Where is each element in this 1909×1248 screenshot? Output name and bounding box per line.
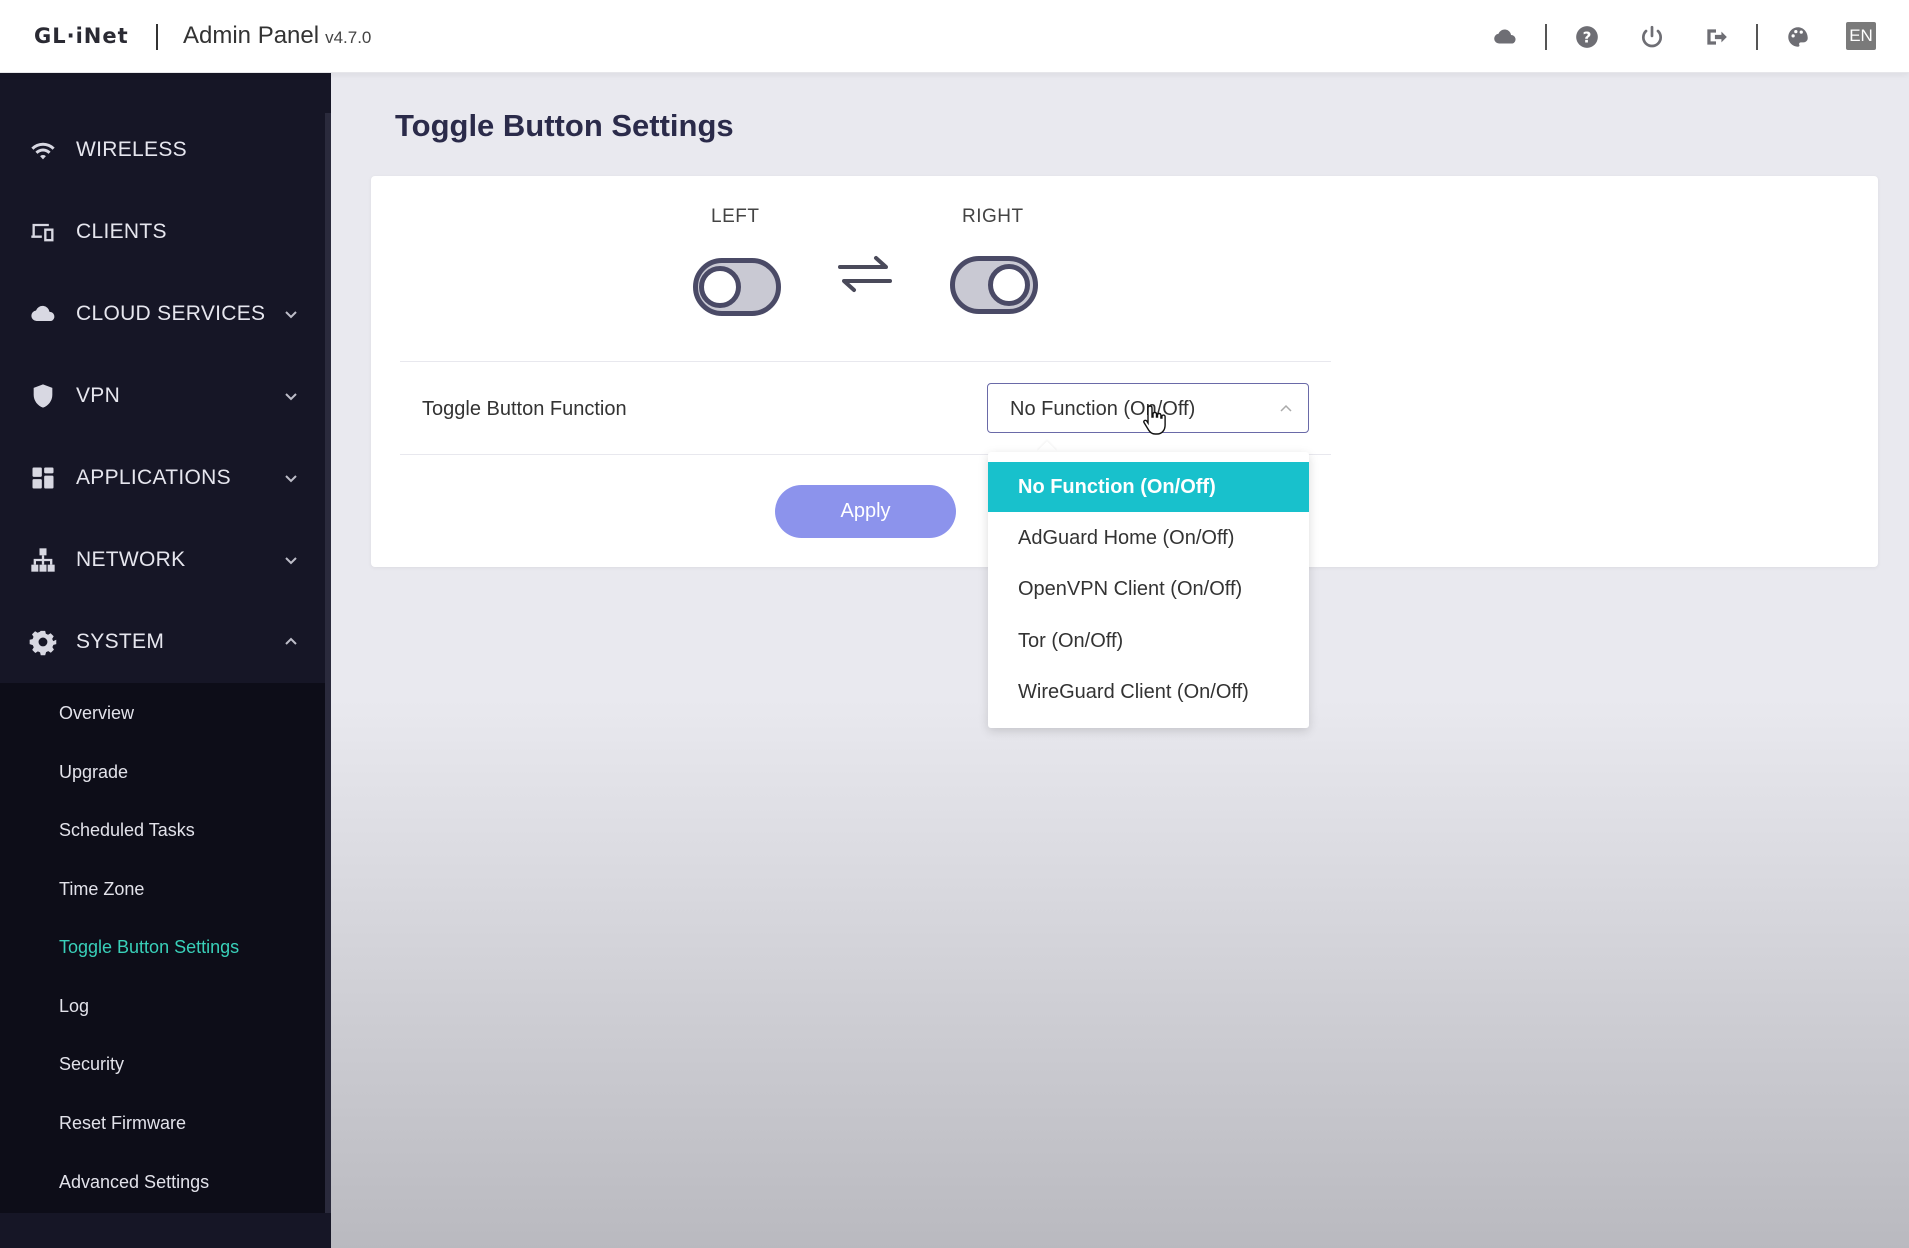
header-divider: [1545, 24, 1547, 50]
submenu-toggle-button-settings[interactable]: Toggle Button Settings: [59, 937, 239, 958]
background-gradient: [331, 700, 1909, 1248]
sidebar: WIRELESS CLIENTS CLOUD SERVICES VPN APPL…: [0, 73, 331, 1248]
chevron-down-icon: [282, 469, 300, 487]
apply-button[interactable]: Apply: [775, 485, 956, 538]
help-icon[interactable]: ?: [1572, 22, 1602, 52]
chevron-up-icon: [282, 633, 300, 651]
language-selector[interactable]: EN: [1846, 22, 1876, 50]
submenu-advanced-settings[interactable]: Advanced Settings: [59, 1172, 209, 1193]
header-divider: [156, 24, 158, 50]
header-divider: [1756, 24, 1758, 50]
gear-icon: [28, 627, 58, 657]
cloud-icon: [28, 299, 58, 329]
page-title: Toggle Button Settings: [395, 108, 734, 143]
sidebar-item-applications[interactable]: APPLICATIONS: [0, 437, 325, 519]
power-icon[interactable]: [1637, 22, 1667, 52]
sidebar-item-label: WIRELESS: [76, 138, 187, 161]
sidebar-item-wireless[interactable]: WIRELESS: [0, 109, 325, 191]
hand-cursor-icon: [1143, 405, 1166, 435]
sidebar-item-clients[interactable]: CLIENTS: [0, 191, 325, 273]
sidebar-item-cloud-services[interactable]: CLOUD SERVICES: [0, 273, 325, 355]
divider: [400, 361, 1331, 362]
app-version: v4.7.0: [325, 28, 372, 47]
submenu-log[interactable]: Log: [59, 996, 89, 1017]
sidebar-item-label: NETWORK: [76, 548, 186, 571]
submenu-reset-firmware[interactable]: Reset Firmware: [59, 1113, 186, 1134]
toggle-knob: [699, 266, 741, 308]
toggle-function-label: Toggle Button Function: [422, 398, 627, 420]
submenu-time-zone[interactable]: Time Zone: [59, 879, 144, 900]
submenu-security[interactable]: Security: [59, 1054, 124, 1075]
app-title: Admin Panel v4.7.0: [183, 22, 371, 50]
shield-icon: [28, 381, 58, 411]
brand-logo[interactable]: GL·iNet: [34, 24, 129, 48]
svg-text:?: ?: [1583, 28, 1592, 46]
sidebar-item-label: CLIENTS: [76, 220, 167, 243]
devices-icon: [28, 217, 58, 247]
cloud-icon[interactable]: [1490, 22, 1520, 52]
right-toggle-illustration: [950, 256, 1038, 314]
submenu-upgrade[interactable]: Upgrade: [59, 762, 128, 783]
sidebar-item-network[interactable]: NETWORK: [0, 519, 325, 601]
left-label: LEFT: [711, 206, 760, 227]
sidebar-item-vpn[interactable]: VPN: [0, 355, 325, 437]
submenu-scheduled-tasks[interactable]: Scheduled Tasks: [59, 820, 195, 841]
sidebar-item-label: CLOUD SERVICES: [76, 302, 266, 325]
option-wireguard-client[interactable]: WireGuard Client (On/Off): [988, 667, 1309, 717]
logout-icon[interactable]: [1701, 22, 1731, 52]
network-icon: [28, 545, 58, 575]
grid-icon: [28, 463, 58, 493]
left-toggle-illustration: [693, 258, 781, 316]
swap-arrows-icon: [838, 256, 892, 292]
chevron-down-icon: [282, 305, 300, 323]
sidebar-scrollbar[interactable]: [325, 113, 331, 1213]
app-title-text: Admin Panel: [183, 22, 320, 49]
chevron-down-icon: [282, 387, 300, 405]
sidebar-item-system[interactable]: SYSTEM: [0, 601, 325, 683]
option-openvpn-client[interactable]: OpenVPN Client (On/Off): [988, 564, 1309, 614]
function-dropdown: No Function (On/Off) AdGuard Home (On/Of…: [988, 452, 1309, 728]
chevron-up-icon: [1280, 404, 1292, 412]
wifi-icon: [28, 135, 58, 165]
chevron-down-icon: [282, 551, 300, 569]
toggle-knob: [988, 264, 1030, 306]
submenu-overview[interactable]: Overview: [59, 703, 134, 724]
sidebar-item-label: APPLICATIONS: [76, 466, 231, 489]
sidebar-item-label: SYSTEM: [76, 630, 165, 653]
top-header: GL·iNet Admin Panel v4.7.0 ? EN: [0, 0, 1909, 73]
option-adguard-home[interactable]: AdGuard Home (On/Off): [988, 513, 1309, 563]
palette-icon[interactable]: [1783, 22, 1813, 52]
sidebar-item-label: VPN: [76, 384, 121, 407]
right-label: RIGHT: [962, 206, 1024, 227]
option-no-function[interactable]: No Function (On/Off): [988, 462, 1309, 512]
option-tor[interactable]: Tor (On/Off): [988, 616, 1309, 666]
